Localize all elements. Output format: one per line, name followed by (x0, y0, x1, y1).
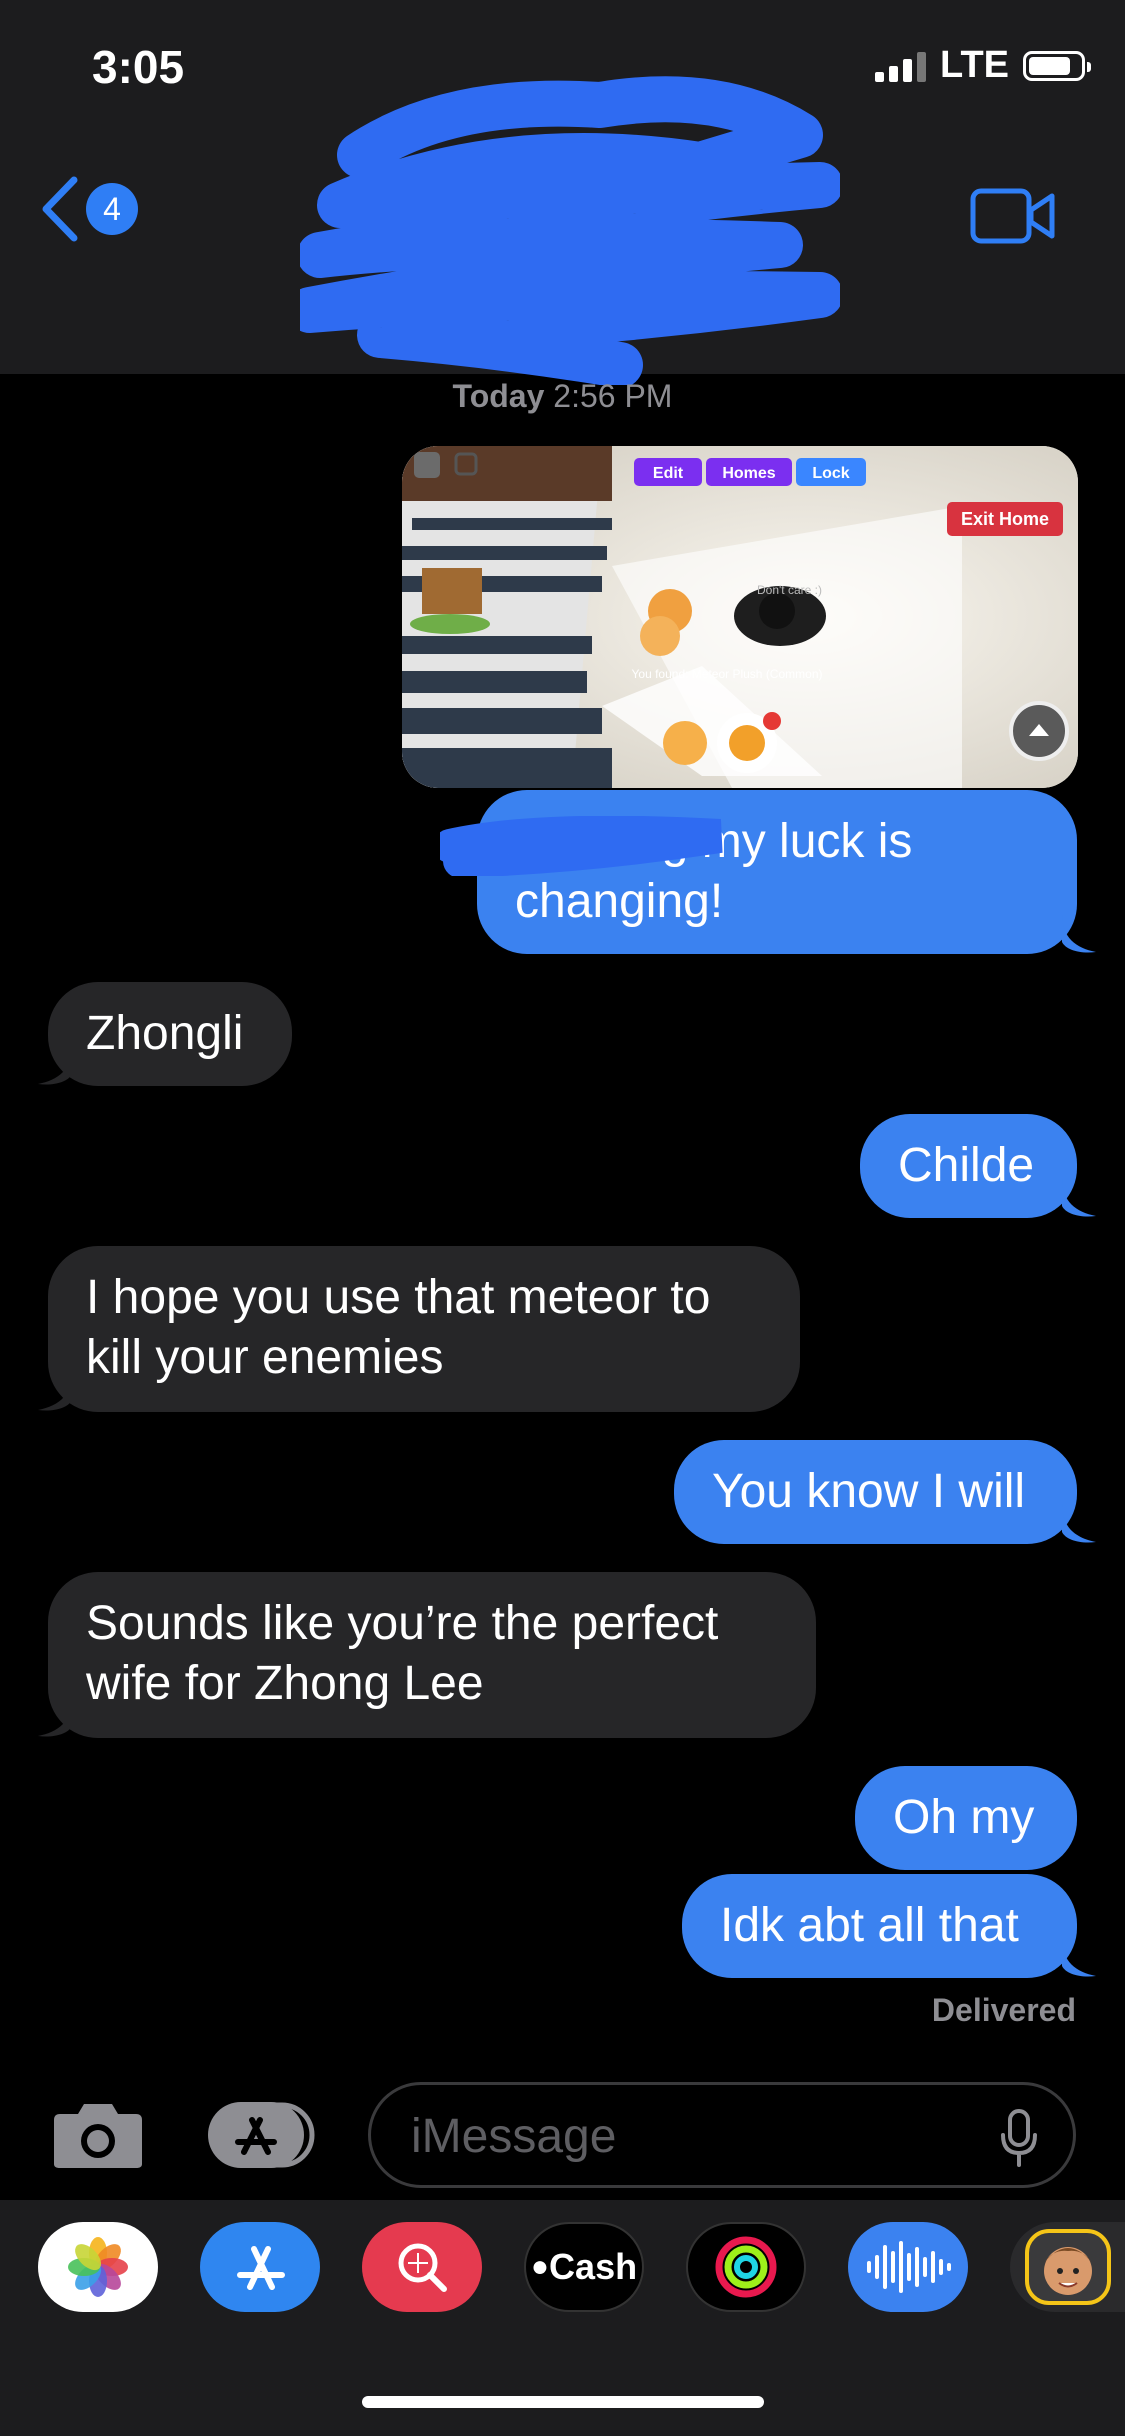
network-label: LTE (940, 44, 1009, 86)
bubble-tail (1062, 1178, 1096, 1217)
incoming-message[interactable]: Zhongli (48, 982, 292, 1086)
search-app-button[interactable] (362, 2222, 482, 2312)
lock-button-label: Lock (812, 465, 849, 482)
message-line: wife for Zhong Lee (86, 1657, 484, 1710)
bubble-tail (38, 1372, 72, 1411)
sign-text: Don't care :) (757, 583, 822, 597)
search-app-icon (398, 2243, 447, 2292)
bubble-tail (1062, 1938, 1096, 1977)
outgoing-message[interactable]: You know I will (674, 1440, 1077, 1544)
exit-home-label: Exit Home (961, 509, 1049, 529)
conversation-timestamp: Today 2:56 PM (452, 378, 673, 414)
signal-icon (875, 50, 927, 82)
camera-icon (54, 2104, 142, 2168)
image-message[interactable]: Edit Homes Lock Exit Home Don't care :) … (402, 446, 1078, 788)
outgoing-message[interactable]: Childe (860, 1114, 1077, 1218)
delivery-status: Delivered (931, 1992, 1076, 2028)
message-input-field[interactable] (368, 2082, 1076, 2188)
edit-button-label: Edit (653, 465, 684, 482)
audio-app-icon (867, 2241, 951, 2293)
cash-app-button[interactable]: ● Cash (524, 2222, 644, 2312)
activity-app-button[interactable] (686, 2222, 806, 2312)
audio-app-button[interactable] (848, 2222, 968, 2312)
video-call-button[interactable] (970, 188, 1056, 249)
memoji-app-icon (1024, 2229, 1111, 2305)
homes-button-label: Homes (722, 465, 775, 482)
message-text: You know I will (712, 1465, 1026, 1518)
apple-icon: ● (530, 2250, 550, 2283)
bubble-tail (38, 1046, 72, 1085)
unread-count-badge: 4 (86, 183, 138, 235)
photos-app-button[interactable] (38, 2222, 158, 2312)
status-indicators: LTE (875, 44, 1091, 87)
activity-app-icon (715, 2236, 777, 2298)
photos-app-icon (68, 2237, 128, 2297)
bubble-tail (38, 1698, 72, 1737)
chevron-left-icon (42, 176, 78, 242)
redacted-contact-name (300, 76, 840, 385)
apps-button[interactable] (208, 2102, 318, 2173)
home-indicator[interactable] (362, 2396, 764, 2408)
status-time: 3:05 (92, 41, 185, 93)
back-button[interactable]: 4 (40, 176, 138, 242)
message-text: Idk abt all that (720, 1899, 1019, 1952)
microphone-icon[interactable] (999, 2109, 1039, 2167)
game-screenshot: Edit Homes Lock Exit Home Don't care :) … (402, 446, 1078, 788)
incoming-message[interactable]: I hope you use that meteor to kill your … (48, 1246, 800, 1412)
outgoing-message[interactable]: Oh my (855, 1766, 1077, 1870)
outgoing-message[interactable]: Idk abt all that (682, 1874, 1077, 1978)
video-call-icon (970, 188, 1055, 244)
redacted-text (440, 816, 723, 876)
app-store-app-icon (237, 2246, 285, 2290)
bubble-tail (1062, 1504, 1096, 1543)
message-text: Oh my (893, 1791, 1035, 1844)
bubble-tail (1062, 914, 1096, 953)
message-input[interactable] (409, 2107, 973, 2165)
message-text: Zhongli (86, 1007, 244, 1060)
found-item-text: You found: Meteor Plush (Common) (632, 667, 823, 681)
message-line: I hope you use that meteor to (86, 1271, 711, 1324)
message-line: Sounds like you’re the perfect (86, 1597, 719, 1650)
app-store-app-button[interactable] (200, 2222, 320, 2312)
camera-button[interactable] (52, 2100, 144, 2175)
incoming-message[interactable]: Sounds like you’re the perfect wife for … (48, 1572, 816, 1738)
battery-icon (1023, 50, 1091, 81)
app-store-icon (208, 2102, 315, 2168)
message-text: Childe (898, 1139, 1035, 1192)
cash-label: Cash (549, 2246, 638, 2287)
memoji-app-button[interactable] (1010, 2222, 1125, 2312)
message-line: kill your enemies (86, 1331, 444, 1384)
message-line: changing! (515, 875, 724, 928)
